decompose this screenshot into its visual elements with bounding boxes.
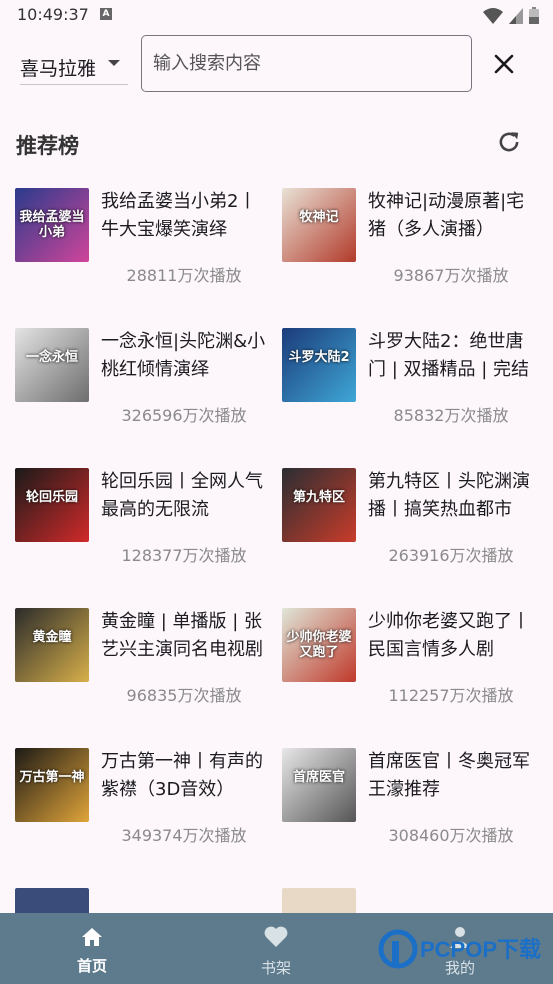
book-cover: 万古第一神 — [15, 748, 89, 822]
book-card[interactable]: 黄金瞳 黄金瞳 | 单播版 | 张艺兴主演同名电视剧 96835万次播放 — [15, 608, 275, 728]
book-cover-text: 少帅你老婆又跑了 — [286, 630, 352, 660]
book-play-count: 96835万次播放 — [126, 686, 242, 705]
close-icon[interactable] — [488, 48, 520, 80]
status-bar: 10:49:37 A — [0, 0, 553, 30]
watermark-text: PCPOP下载 — [420, 937, 541, 962]
source-dropdown[interactable]: 喜马拉雅 — [20, 54, 128, 85]
heart-icon — [264, 926, 288, 947]
book-title: 万古第一神丨有声的紫襟（3D音效） — [101, 751, 263, 800]
book-cover — [15, 888, 89, 913]
book-cover-text: 一念永恒 — [25, 350, 78, 365]
search-bar: 喜马拉雅 — [0, 34, 553, 94]
recommend-grid: 我给孟婆当小弟 我给孟婆当小弟2丨牛大宝爆笑演绎 28811万次播放 牧神记 牧神记|动… — [0, 188, 553, 913]
chevron-down-icon — [108, 60, 120, 66]
book-title: 首席医官丨冬奥冠军王濛推荐 — [368, 751, 530, 800]
book-cover — [282, 888, 356, 913]
book-cover-text: 万古第一神 — [19, 770, 85, 785]
battery-icon — [529, 7, 539, 24]
book-title: 我给孟婆当小弟2丨牛大宝爆笑演绎 — [101, 191, 257, 240]
book-cover-text: 我给孟婆当小弟 — [19, 210, 85, 240]
book-card-partial[interactable] — [282, 888, 542, 913]
wifi-icon — [483, 7, 503, 24]
source-label: 喜马拉雅 — [20, 58, 97, 80]
book-cover-text: 牧神记 — [299, 210, 339, 225]
book-card-partial[interactable] — [15, 888, 275, 913]
book-play-count: 93867万次播放 — [393, 266, 509, 285]
refresh-icon[interactable] — [496, 129, 522, 155]
signal-icon — [509, 7, 523, 24]
book-cover: 轮回乐园 — [15, 468, 89, 542]
nav-bookshelf-label: 书架 — [260, 959, 291, 977]
book-cover: 斗罗大陆2 — [282, 328, 356, 402]
book-card[interactable]: 少帅你老婆又跑了 少帅你老婆又跑了丨民国言情多人剧 112257万次播放 — [282, 608, 542, 728]
book-title: 黄金瞳 | 单播版 | 张艺兴主演同名电视剧 — [101, 611, 263, 660]
book-play-count: 85832万次播放 — [393, 406, 509, 425]
book-card[interactable]: 一念永恒 一念永恒|头陀渊&小桃红倾情演绎 326596万次播放 — [15, 328, 275, 448]
book-title: 轮回乐园丨全网人气最高的无限流 — [101, 471, 263, 520]
book-cover: 一念永恒 — [15, 328, 89, 402]
book-title: 第九特区丨头陀渊演播丨搞笑热血都市 — [368, 471, 530, 520]
book-cover: 第九特区 — [282, 468, 356, 542]
section-title: 推荐榜 — [16, 134, 79, 158]
book-cover-text: 首席医官 — [292, 770, 345, 785]
book-cover: 我给孟婆当小弟 — [15, 188, 89, 262]
book-play-count: 308460万次播放 — [388, 826, 514, 845]
book-cover-text: 黄金瞳 — [32, 630, 72, 645]
book-play-count: 263916万次播放 — [388, 546, 514, 565]
nav-home[interactable]: 首页 — [0, 913, 184, 984]
book-cover: 黄金瞳 — [15, 608, 89, 682]
book-cover-text: 轮回乐园 — [25, 490, 78, 505]
book-card[interactable]: 牧神记 牧神记|动漫原著|宅猪（多人演播） 93867万次播放 — [282, 188, 542, 308]
book-card[interactable]: 我给孟婆当小弟 我给孟婆当小弟2丨牛大宝爆笑演绎 28811万次播放 — [15, 188, 275, 308]
notification-icon: A — [100, 8, 112, 20]
book-card[interactable]: 首席医官 首席医官丨冬奥冠军王濛推荐 308460万次播放 — [282, 748, 542, 868]
book-play-count: 128377万次播放 — [121, 546, 247, 565]
book-title: 一念永恒|头陀渊&小桃红倾情演绎 — [101, 331, 266, 380]
book-card[interactable]: 万古第一神 万古第一神丨有声的紫襟（3D音效） 349374万次播放 — [15, 748, 275, 868]
nav-home-label: 首页 — [76, 957, 107, 975]
book-cover: 牧神记 — [282, 188, 356, 262]
book-card[interactable]: 斗罗大陆2 斗罗大陆2：绝世唐门 | 双播精品 | 完结 85832万次播放 — [282, 328, 542, 448]
nav-bookshelf[interactable]: 书架 — [184, 913, 368, 984]
book-title: 牧神记|动漫原著|宅猪（多人演播） — [368, 191, 525, 240]
status-time: 10:49:37 — [17, 5, 89, 24]
book-title: 斗罗大陆2：绝世唐门 | 双播精品 | 完结 — [368, 331, 530, 380]
book-play-count: 28811万次播放 — [126, 266, 242, 285]
book-play-count: 349374万次播放 — [121, 826, 247, 845]
book-cover-text: 斗罗大陆2 — [288, 350, 350, 365]
status-icons — [483, 7, 539, 24]
book-cover: 少帅你老婆又跑了 — [282, 608, 356, 682]
book-cover-text: 第九特区 — [292, 490, 345, 505]
book-card[interactable]: 轮回乐园 轮回乐园丨全网人气最高的无限流 128377万次播放 — [15, 468, 275, 588]
pcpop-watermark-logo: PCPOP下载 — [378, 929, 541, 969]
book-play-count: 112257万次播放 — [388, 686, 514, 705]
book-cover: 首席医官 — [282, 748, 356, 822]
book-card[interactable]: 第九特区 第九特区丨头陀渊演播丨搞笑热血都市 263916万次播放 — [282, 468, 542, 588]
book-play-count: 326596万次播放 — [121, 406, 247, 425]
book-title: 少帅你老婆又跑了丨民国言情多人剧 — [368, 611, 530, 660]
home-icon — [82, 928, 102, 946]
search-input[interactable] — [141, 35, 472, 92]
